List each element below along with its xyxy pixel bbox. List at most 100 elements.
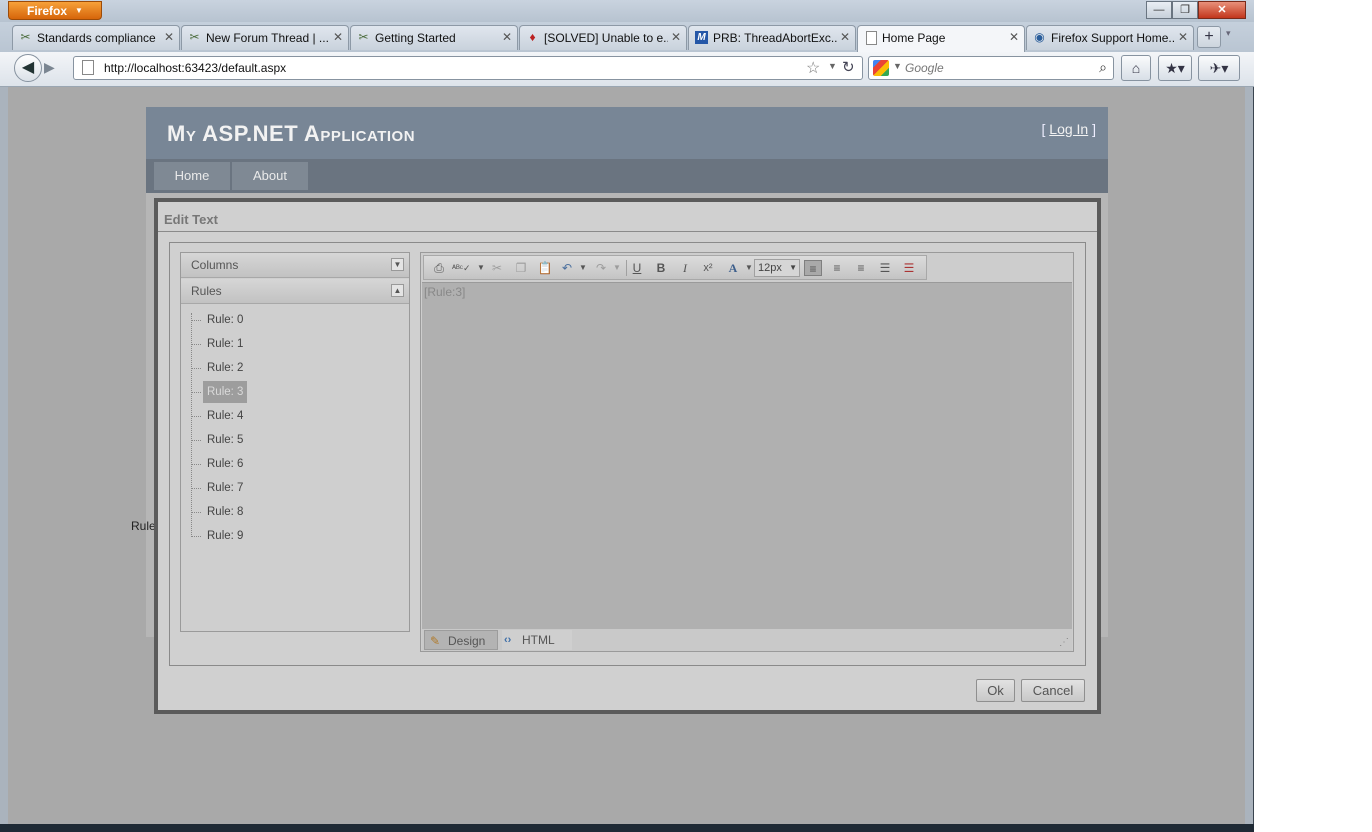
editor-content[interactable]: [Rule:3] xyxy=(424,285,465,299)
edit-text-dialog: Edit Text Columns ▼ Rules ▲ Rule: 0 Rule… xyxy=(154,198,1101,714)
underline-icon[interactable]: U xyxy=(628,260,646,276)
tab-close-icon[interactable]: ✕ xyxy=(333,30,343,44)
close-window-button[interactable]: ✕ xyxy=(1198,1,1246,19)
tab-close-icon[interactable]: ✕ xyxy=(1178,30,1188,44)
rule-item-4[interactable]: Rule: 4 xyxy=(203,405,247,427)
tab-strip: ✂ Standards compliance ✕ ✂ New Forum Thr… xyxy=(0,22,1254,52)
tab-close-icon[interactable]: ✕ xyxy=(502,30,512,44)
tab-new-forum-thread[interactable]: ✂ New Forum Thread | ... ✕ xyxy=(181,25,349,50)
rule-item-6[interactable]: Rule: 6 xyxy=(203,453,247,475)
align-center-icon[interactable]: ≡ xyxy=(828,260,846,276)
url-text[interactable]: http://localhost:63423/default.aspx xyxy=(104,61,286,75)
m-icon: M xyxy=(695,31,708,44)
search-input[interactable]: Google xyxy=(905,61,944,75)
tab-firefox-support[interactable]: ◉ Firefox Support Home... ✕ xyxy=(1026,25,1194,50)
back-arrow-icon: ◀ xyxy=(21,59,35,76)
chevron-down-icon: ▼ xyxy=(789,263,797,272)
rule-item-7[interactable]: Rule: 7 xyxy=(203,477,247,499)
cut-icon[interactable]: ✂ xyxy=(488,260,506,276)
tree-branch xyxy=(191,320,201,321)
back-button[interactable]: ◀ xyxy=(14,54,42,82)
resize-grip-icon[interactable]: ⋰ xyxy=(1059,637,1069,648)
editor-content-area[interactable]: [Rule:3] xyxy=(422,282,1072,630)
tab-close-icon[interactable]: ✕ xyxy=(1009,30,1019,44)
tab-prb-threadabort[interactable]: M PRB: ThreadAbortExc... ✕ xyxy=(688,25,856,50)
rule-item-1[interactable]: Rule: 1 xyxy=(203,333,247,355)
new-tab-button[interactable]: + xyxy=(1197,26,1221,48)
menu-item-home[interactable]: Home xyxy=(154,162,230,190)
rule-item-0[interactable]: Rule: 0 xyxy=(203,309,247,331)
plus-icon: + xyxy=(1204,28,1214,45)
history-dropdown-icon[interactable]: ▼ xyxy=(828,61,837,71)
code-icon: ‹› xyxy=(504,634,512,646)
tab-label: Home Page xyxy=(882,31,946,45)
html-mode-tab[interactable]: ‹› HTML xyxy=(502,630,572,650)
tree-branch xyxy=(191,392,201,393)
tab-home-page[interactable]: Home Page ✕ xyxy=(857,25,1025,52)
minimize-button[interactable]: — xyxy=(1146,1,1172,19)
rule-item-2[interactable]: Rule: 2 xyxy=(203,357,247,379)
cancel-button[interactable]: Cancel xyxy=(1021,679,1085,702)
design-mode-tab[interactable]: ✎ Design xyxy=(424,630,498,650)
redo-dropdown-icon[interactable]: ▼ xyxy=(608,260,626,276)
spellcheck-icon[interactable]: ᴬᴮᶜ✓ xyxy=(452,260,471,276)
tab-list-chevron-icon[interactable]: ▾ xyxy=(1226,28,1231,39)
forward-button[interactable]: ▶ xyxy=(44,59,66,78)
addon-button[interactable]: ✈▾ xyxy=(1198,55,1240,81)
copy-icon[interactable]: ❐ xyxy=(512,260,530,276)
ok-button[interactable]: Ok xyxy=(976,679,1015,702)
tree-branch xyxy=(191,488,201,489)
app-menu: Home About xyxy=(146,159,1108,193)
dropdown-arrow-icon: ▼ xyxy=(75,6,83,15)
firefox-menu-button[interactable]: Firefox ▼ xyxy=(8,1,102,20)
expand-icon[interactable]: ▼ xyxy=(391,258,404,271)
google-icon[interactable] xyxy=(873,60,889,76)
maximize-button[interactable]: ❐ xyxy=(1172,1,1198,19)
rules-accordion-header[interactable]: Rules ▲ xyxy=(181,279,409,304)
rules-panel: Columns ▼ Rules ▲ Rule: 0 Rule: 1 Rule: … xyxy=(180,252,410,632)
bookmarks-icon: ★▾ xyxy=(1165,60,1185,76)
paste-icon[interactable]: 📋 xyxy=(536,260,554,276)
home-button[interactable]: ⌂ xyxy=(1121,55,1151,81)
rule-item-8[interactable]: Rule: 8 xyxy=(203,501,247,523)
undo-dropdown-icon[interactable]: ▼ xyxy=(574,260,592,276)
bookmarks-button[interactable]: ★▾ xyxy=(1158,55,1192,81)
html-mode-label: HTML xyxy=(522,633,555,647)
tab-close-icon[interactable]: ✕ xyxy=(164,30,174,44)
align-justify-icon[interactable]: ☰ xyxy=(876,260,894,276)
rule-item-9[interactable]: Rule: 9 xyxy=(203,525,247,547)
forum-icon: ✂ xyxy=(189,30,200,44)
login-link[interactable]: Log In xyxy=(1049,121,1088,137)
align-right-icon[interactable]: ≡ xyxy=(852,260,870,276)
rules-label: Rules xyxy=(191,284,222,298)
columns-accordion-header[interactable]: Columns ▼ xyxy=(181,253,409,278)
menu-item-about[interactable]: About xyxy=(232,162,308,190)
rule-item-5[interactable]: Rule: 5 xyxy=(203,429,247,451)
tab-getting-started[interactable]: ✂ Getting Started ✕ xyxy=(350,25,518,50)
tree-branch xyxy=(191,512,201,513)
tab-close-icon[interactable]: ✕ xyxy=(671,30,681,44)
pencil-icon: ✎ xyxy=(430,634,441,648)
columns-label: Columns xyxy=(191,258,239,272)
tab-standards-compliance[interactable]: ✂ Standards compliance ✕ xyxy=(12,25,180,50)
italic-icon[interactable]: I xyxy=(676,260,694,276)
print-icon[interactable]: ⎙ xyxy=(430,260,448,276)
align-left-icon[interactable]: ≡ xyxy=(804,260,822,276)
search-engine-dropdown-icon[interactable]: ▼ xyxy=(893,61,902,71)
tab-close-icon[interactable]: ✕ xyxy=(840,30,850,44)
url-bar[interactable]: http://localhost:63423/default.aspx ☆ ▼ … xyxy=(73,56,863,80)
collapse-icon[interactable]: ▲ xyxy=(391,284,404,297)
clear-formatting-icon[interactable]: ☰ xyxy=(900,260,918,276)
dialog-title: Edit Text xyxy=(164,212,218,227)
divider xyxy=(158,231,1097,232)
rule-item-3-selected[interactable]: Rule: 3 xyxy=(203,381,248,403)
superscript-icon[interactable]: x² xyxy=(699,260,717,276)
bookmark-star-icon[interactable]: ☆ xyxy=(806,58,820,78)
font-size-select[interactable]: 12px ▼ xyxy=(754,259,800,277)
search-bar[interactable]: ▼ Google ⌕ xyxy=(868,56,1114,80)
reload-icon[interactable]: ↻ xyxy=(842,58,855,76)
search-icon[interactable]: ⌕ xyxy=(1099,59,1107,76)
bold-icon[interactable]: B xyxy=(652,260,670,276)
forum-icon: ✂ xyxy=(20,30,31,44)
tab-solved-unable[interactable]: ♦ [SOLVED] Unable to e... ✕ xyxy=(519,25,687,50)
